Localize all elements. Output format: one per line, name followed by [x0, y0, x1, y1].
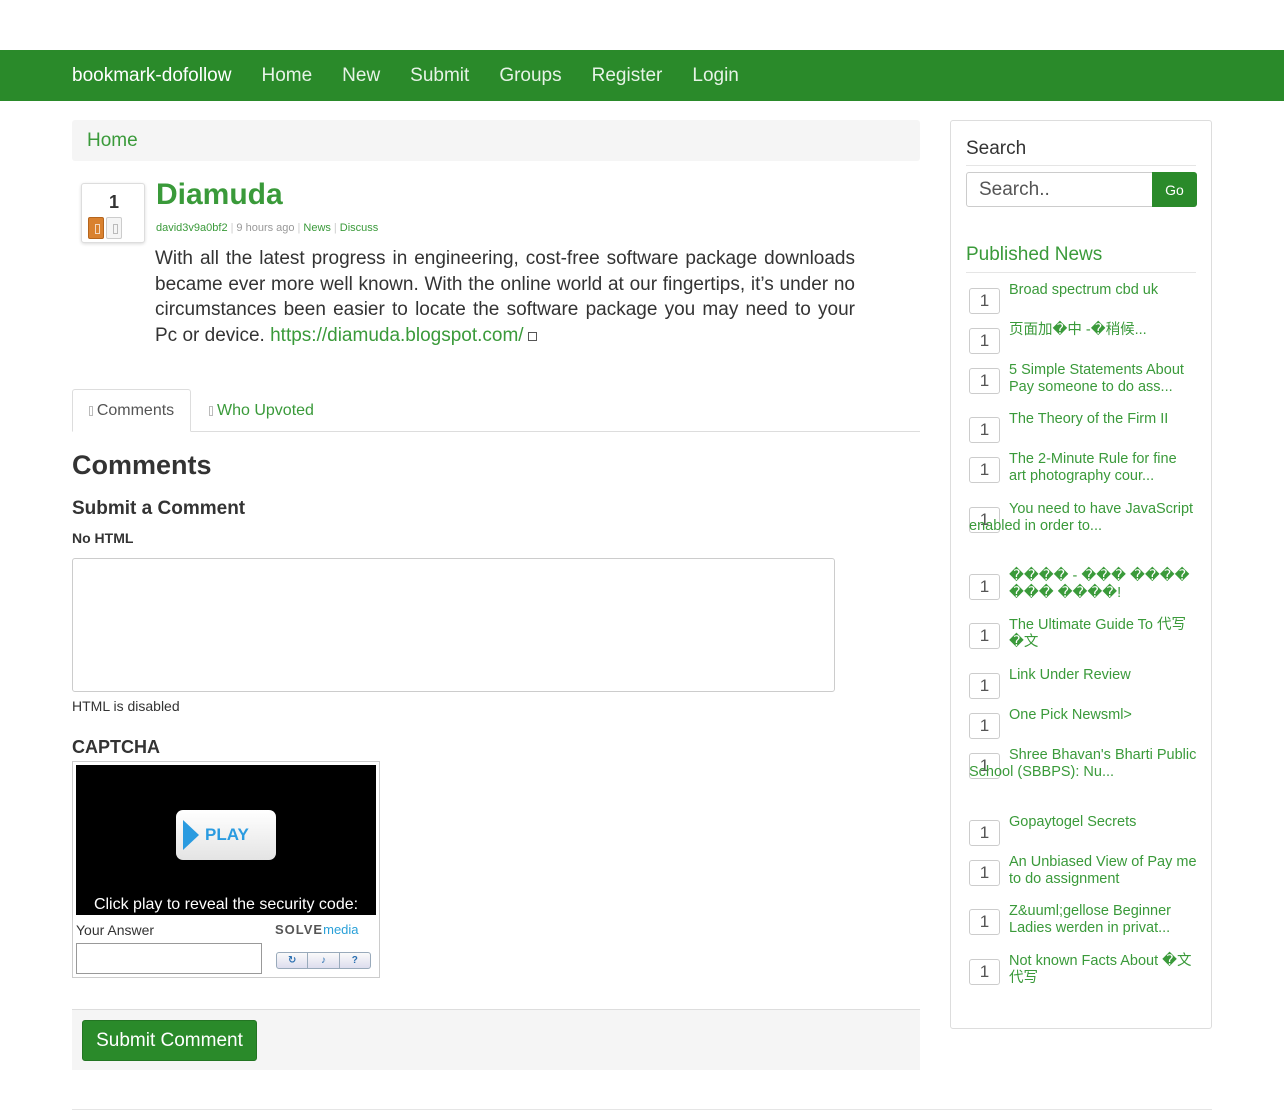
tab-comments-label: Comments — [96, 401, 175, 419]
captcha-widget: PLAY Click play to reveal the security c… — [72, 761, 380, 978]
tab-comments[interactable]: Comments — [72, 389, 191, 432]
news-link[interactable]: One Pick Newsml> — [1009, 707, 1197, 724]
news-link[interactable]: 5 Simple Statements About Pay someone to… — [1009, 362, 1197, 396]
published-news-title[interactable]: Published News — [966, 244, 1102, 266]
news-link[interactable]: Not known Facts About �文代写 — [1009, 953, 1197, 987]
vote-count-badge: 1 — [969, 328, 1000, 354]
news-link[interactable]: The Theory of the Firm II — [1009, 411, 1197, 428]
news-link[interactable]: Broad spectrum cbd uk — [1009, 282, 1197, 299]
story-category-link[interactable]: News — [303, 222, 331, 234]
sidebar-search-title: Search — [966, 138, 1027, 159]
comment-icon — [88, 405, 93, 416]
breadcrumb-home-link[interactable]: Home — [87, 130, 138, 152]
vote-count-badge: 1 — [969, 673, 1000, 699]
external-link-icon — [527, 331, 537, 341]
nav-link-groups[interactable]: Groups — [499, 65, 561, 87]
thumbs-down-icon[interactable] — [106, 217, 122, 239]
captcha-video: PLAY Click play to reveal the security c… — [76, 765, 376, 915]
sidebar-divider — [966, 272, 1196, 273]
captcha-play-button[interactable]: PLAY — [176, 810, 276, 860]
sidebar-divider — [966, 165, 1196, 166]
vote-count-badge: 1 — [969, 368, 1000, 394]
vote-count-badge: 1 — [969, 574, 1000, 600]
solve-logo-part1: SOLVE — [275, 922, 324, 937]
site-brand-link[interactable]: bookmark-dofollow — [72, 65, 231, 87]
navbar-inner: bookmark-dofollow Home New Submit Groups… — [72, 50, 769, 101]
audio-icon[interactable]: ♪ — [308, 953, 340, 968]
news-link[interactable]: Link Under Review — [1009, 667, 1197, 684]
your-answer-label: Your Answer — [76, 922, 155, 938]
news-link[interactable]: An Unbiased View of Pay me to do assignm… — [1009, 854, 1197, 888]
news-link[interactable]: You need to have JavaScript enabled in o… — [969, 501, 1197, 535]
reload-icon[interactable]: ↻ — [277, 953, 309, 968]
no-html-label: No HTML — [72, 530, 134, 546]
nav-link-register[interactable]: Register — [592, 65, 663, 87]
news-link[interactable]: The 2-Minute Rule for fine art photograp… — [1009, 451, 1197, 485]
nav-link-new[interactable]: New — [342, 65, 380, 87]
captcha-answer-input[interactable] — [76, 943, 262, 974]
help-icon[interactable]: ? — [340, 953, 370, 968]
submit-comment-button[interactable]: Submit Comment — [82, 1020, 257, 1061]
story-tabs: Comments Who Upvoted — [72, 389, 920, 432]
thumbs-up-icon[interactable] — [88, 217, 104, 239]
sidebar: Search Search.. Go Published News 1 Broa… — [950, 120, 1212, 1029]
solve-media-logo: SOLVEmedia — [275, 922, 359, 937]
vote-box: 1 — [81, 183, 145, 243]
search-go-button[interactable]: Go — [1152, 172, 1197, 207]
meta-separator: | — [297, 222, 301, 234]
play-label: PLAY — [205, 825, 249, 844]
top-navbar: bookmark-dofollow Home New Submit Groups… — [0, 50, 1284, 101]
story-author-link[interactable]: david3v9a0bf2 — [156, 222, 228, 234]
html-disabled-note: HTML is disabled — [72, 698, 180, 714]
story-time: 9 hours ago — [236, 222, 295, 234]
vote-count-badge: 1 — [969, 417, 1000, 443]
story-url-link[interactable]: https://diamuda.blogspot.com/ — [270, 325, 523, 346]
vote-count-badge: 1 — [969, 288, 1000, 314]
meta-separator: | — [230, 222, 234, 234]
story-body: With all the latest progress in engineer… — [155, 246, 855, 348]
tab-who-upvoted-label: Who Upvoted — [217, 401, 314, 419]
vote-count-badge: 1 — [969, 909, 1000, 935]
vote-count-badge: 1 — [969, 713, 1000, 739]
news-link[interactable]: Gopaytogel Secrets — [1009, 814, 1197, 831]
vote-count-badge: 1 — [969, 959, 1000, 985]
news-link[interactable]: The Ultimate Guide To 代写�文 — [1009, 617, 1197, 651]
news-link[interactable]: ���� - ��� ���� ��� ����! — [1009, 568, 1197, 602]
story-discuss-link[interactable]: Discuss — [340, 222, 379, 234]
solve-logo-part2: media — [323, 922, 359, 937]
captcha-prompt: Click play to reveal the security code: — [93, 896, 359, 913]
vote-count-badge: 1 — [969, 623, 1000, 649]
captcha-heading: CAPTCHA — [72, 737, 160, 757]
story-title[interactable]: Diamuda — [156, 178, 283, 212]
vote-count: 1 — [108, 192, 119, 212]
vote-count-badge: 1 — [969, 820, 1000, 846]
tab-who-upvoted[interactable]: Who Upvoted — [209, 389, 314, 432]
story-meta: david3v9a0bf2 | 9 hours ago | News | Discuss — [156, 222, 378, 234]
news-link[interactable]: 页面加�中 -�稍候... — [1009, 322, 1197, 339]
nav-link-login[interactable]: Login — [692, 65, 739, 87]
vote-count-badge: 1 — [969, 457, 1000, 483]
nav-link-submit[interactable]: Submit — [410, 65, 469, 87]
comments-heading: Comments — [72, 450, 212, 480]
news-link[interactable]: Shree Bhavan's Bharti Public School (SBB… — [969, 747, 1197, 781]
search-input[interactable]: Search.. — [966, 172, 1153, 207]
nav-link-home[interactable]: Home — [261, 65, 312, 87]
breadcrumb: Home — [72, 120, 920, 161]
captcha-controls: ↻ ♪ ? — [276, 952, 371, 969]
submit-comment-heading: Submit a Comment — [72, 498, 246, 519]
submit-bar: Submit Comment — [72, 1009, 920, 1070]
thumbs-up-icon — [209, 405, 213, 416]
play-icon — [183, 820, 199, 850]
meta-separator: | — [333, 222, 337, 234]
comment-textarea[interactable] — [72, 558, 835, 692]
footer-divider — [72, 1109, 1212, 1110]
news-link[interactable]: Z&uuml;gellose Beginner Ladies werden in… — [1009, 903, 1197, 937]
vote-count-badge: 1 — [969, 860, 1000, 886]
